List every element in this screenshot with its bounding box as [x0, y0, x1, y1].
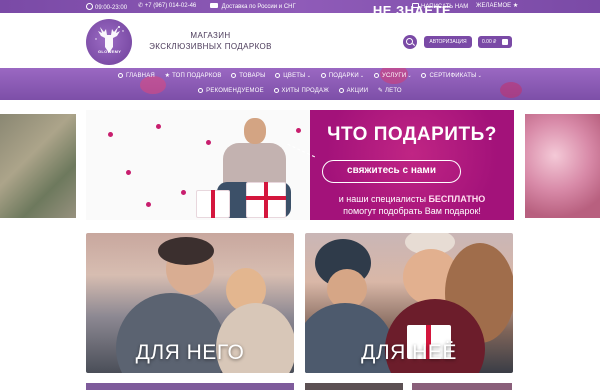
banner-person-head: [244, 118, 266, 144]
nav-label: СЕРТИФИКАТЫ: [429, 73, 477, 79]
phone-text[interactable]: +7 (967) 014-02-46: [145, 3, 197, 9]
category-tile-partial[interactable]: [86, 383, 294, 390]
flower-icon: [275, 73, 281, 78]
logo[interactable]: GLOWEMY: [86, 19, 132, 65]
nav-row-secondary: РЕКОМЕНДУЕМОЕ ХИТЫ ПРОДАЖ АКЦИИ ✎ ЛЕТО: [0, 87, 600, 94]
nav-label: ТОВАРЫ: [239, 73, 266, 79]
slider-next-slide[interactable]: [525, 114, 600, 218]
confetti-decoration: [296, 128, 301, 133]
confetti-decoration: [108, 132, 113, 137]
gift-ribbon: [264, 182, 268, 218]
banner-subtext-line1: и наши специалисты БЕСПЛАТНО: [310, 194, 514, 204]
hours-text: 09:00-23:00: [95, 5, 128, 11]
nav-label: АКЦИИ: [346, 88, 369, 94]
bestseller-icon: [273, 88, 279, 93]
nav-item-services[interactable]: УСЛУГИ⌄: [373, 73, 412, 79]
logo-text: GLOWEMY: [98, 49, 122, 54]
certificate-icon: [421, 73, 427, 78]
phone-icon: ✆: [138, 3, 144, 9]
gift-icon: [320, 73, 326, 78]
search-button[interactable]: [403, 35, 417, 49]
category-tile-for-him[interactable]: ДЛЯ НЕГО: [86, 233, 294, 373]
banner-subtext-line2: помогут подобрать Вам подарок!: [343, 206, 481, 216]
nav-item-gifts[interactable]: ПОДАРКИ⌄: [320, 73, 365, 79]
site-header: GLOWEMY МАГАЗИН ЭКСКЛЮЗИВНЫХ ПОДАРКОВ АВ…: [0, 13, 600, 68]
banner-heading-line2: ЧТО ПОДАРИТЬ?: [327, 124, 497, 145]
sale-icon: [338, 88, 344, 93]
login-button[interactable]: АВТОРИЗАЦИЯ: [424, 36, 472, 48]
tile-label-for-her: ДЛЯ НЕЁ: [361, 341, 457, 364]
tile-photo-hair: [158, 237, 214, 265]
store-title-line2: ЭКСКЛЮЗИВНЫХ ПОДАРКОВ: [149, 42, 272, 51]
chevron-down-icon: ⌄: [306, 73, 312, 79]
clock-icon: [86, 3, 93, 10]
nav-item-bestsellers[interactable]: ХИТЫ ПРОДАЖ: [273, 88, 329, 94]
nav-label: ХИТЫ ПРОДАЖ: [281, 88, 329, 94]
nav-label: ТОП ПОДАРКОВ: [172, 73, 222, 79]
cart-button[interactable]: 0.00 ₽: [478, 36, 512, 48]
nav-item-products[interactable]: ТОВАРЫ: [231, 73, 265, 79]
phone-info[interactable]: ✆ +7 (967) 014-02-46: [138, 3, 196, 10]
category-tile-partial[interactable]: [305, 383, 403, 390]
gift-ribbon: [246, 196, 286, 200]
nav-label: ПОДАРКИ: [328, 73, 359, 79]
nav-item-top-gifts[interactable]: ★ ТОП ПОДАРКОВ: [165, 72, 222, 79]
bag-icon: [502, 39, 508, 45]
banner-subtext-prefix: и наши специалисты: [338, 194, 426, 204]
store-title-line1: МАГАЗИН: [190, 31, 231, 40]
confetti-decoration: [126, 170, 131, 175]
nav-item-summer[interactable]: ✎ ЛЕТО: [378, 87, 402, 94]
nav-item-sales[interactable]: АКЦИИ: [338, 88, 369, 94]
confetti-decoration: [146, 202, 151, 207]
cart-total: 0.00 ₽: [482, 39, 497, 45]
nav-label: ЦВЕТЫ: [283, 73, 306, 79]
nav-item-home[interactable]: ГЛАВНАЯ: [118, 73, 155, 79]
nav-item-flowers[interactable]: ЦВЕТЫ⌄: [275, 73, 311, 79]
banner-heading-line1: НЕ ЗНАЕТЕ: [372, 3, 452, 18]
nav-item-recommended[interactable]: РЕКОМЕНДУЕМОЕ: [198, 88, 264, 94]
services-icon: [373, 73, 379, 78]
recommended-icon: [198, 88, 204, 93]
summer-icon: ✎: [377, 88, 385, 94]
confetti-decoration: [181, 190, 186, 195]
confetti-decoration: [206, 140, 211, 145]
star-icon: ★: [164, 73, 173, 79]
nav-label: ЛЕТО: [385, 88, 402, 94]
contact-us-button[interactable]: свяжитесь с нами: [322, 160, 461, 183]
nav-label: УСЛУГИ: [381, 73, 407, 79]
products-icon: [231, 73, 237, 78]
deer-icon: [95, 26, 124, 53]
nav-item-certificates[interactable]: СЕРТИФИКАТЫ⌄: [421, 73, 482, 79]
nav-label: ГЛАВНАЯ: [126, 73, 155, 79]
gift-ribbon: [211, 190, 215, 218]
truck-icon: [210, 3, 218, 8]
category-tile-partial[interactable]: [412, 383, 512, 390]
chevron-down-icon: ⌄: [407, 73, 412, 79]
confetti-decoration: [156, 124, 161, 129]
delivery-text: Доставка по России и СНГ: [221, 4, 296, 10]
nav-row-main: ГЛАВНАЯ ★ ТОП ПОДАРКОВ ТОВАРЫ ЦВЕТЫ⌄ ПОД…: [0, 72, 600, 79]
main-nav: ГЛАВНАЯ ★ ТОП ПОДАРКОВ ТОВАРЫ ЦВЕТЫ⌄ ПОД…: [0, 68, 600, 100]
banner-subtext-accent: БЕСПЛАТНО: [428, 194, 486, 204]
home-icon: [118, 73, 124, 78]
chevron-down-icon: ⌄: [359, 73, 365, 79]
nav-label: РЕКОМЕНДУЕМОЕ: [206, 88, 264, 94]
category-tile-for-her[interactable]: ДЛЯ НЕЁ: [305, 233, 513, 373]
tile-label-for-him: ДЛЯ НЕГО: [135, 341, 245, 364]
hours-info: 09:00-23:00: [86, 3, 127, 12]
chevron-down-icon: ⌄: [477, 73, 482, 79]
slider-prev-slide[interactable]: [0, 114, 76, 218]
delivery-info: Доставка по России и СНГ: [210, 3, 296, 11]
